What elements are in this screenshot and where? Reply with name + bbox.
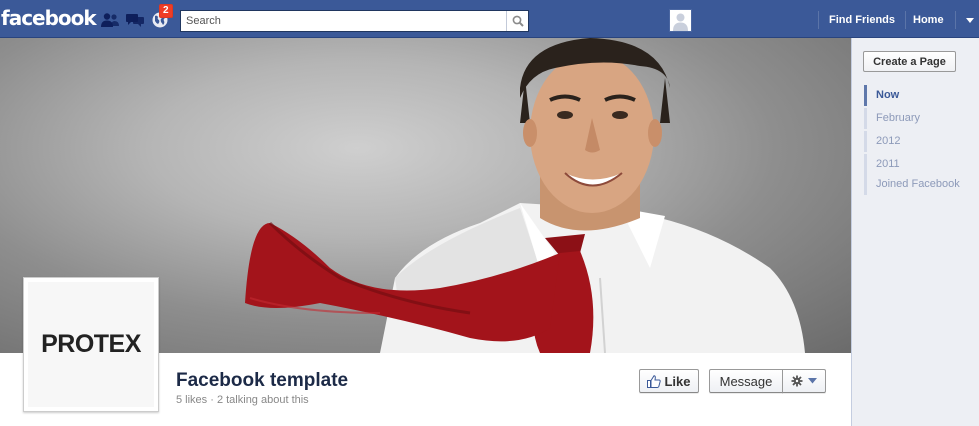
nav-divider (905, 11, 906, 29)
settings-dropdown-button[interactable] (782, 369, 826, 393)
timeline-item-february[interactable]: February (864, 108, 974, 129)
profile-picture[interactable]: PROTEX (23, 277, 159, 412)
home-link[interactable]: Home (913, 14, 944, 26)
page-title[interactable]: Facebook template (176, 370, 348, 392)
search-input[interactable] (181, 11, 507, 31)
message-button-label: Message (719, 373, 773, 389)
profile-picture-frame: PROTEX (28, 282, 154, 407)
timeline-item-2011[interactable]: 2011 (864, 154, 974, 175)
create-page-button[interactable]: Create a Page (863, 51, 956, 72)
thumbs-up-icon (647, 374, 662, 388)
friend-requests-icon[interactable] (100, 11, 120, 29)
search-icon (512, 15, 524, 27)
find-friends-link[interactable]: Find Friends (829, 14, 895, 26)
timeline-item-2012[interactable]: 2012 (864, 131, 974, 152)
profile-picture-logo-text: PROTEX (41, 330, 141, 358)
gear-icon (791, 375, 803, 387)
top-bar: facebook 2 Find Friends Home (0, 0, 979, 38)
search-button[interactable] (506, 11, 528, 31)
nav-divider (818, 11, 819, 29)
account-menu-arrow-icon[interactable] (960, 12, 979, 30)
chevron-down-icon (808, 378, 817, 384)
search-bar (180, 10, 529, 32)
user-avatar[interactable] (669, 9, 692, 32)
message-button[interactable]: Message (709, 369, 783, 393)
nav-divider (955, 11, 956, 29)
like-button-label: Like (664, 373, 691, 389)
facebook-logo[interactable]: facebook (1, 6, 97, 30)
messages-icon[interactable] (125, 11, 145, 29)
timeline-item-now[interactable]: Now (864, 85, 974, 106)
page-stats: 5 likes · 2 talking about this (176, 394, 309, 406)
like-button[interactable]: Like (639, 369, 699, 393)
timeline-item-joined-facebook[interactable]: Joined Facebook (864, 174, 974, 195)
notification-count-badge: 2 (159, 4, 173, 18)
timeline-sidebar: Create a Page Now February 2012 2011 Joi… (851, 38, 979, 426)
